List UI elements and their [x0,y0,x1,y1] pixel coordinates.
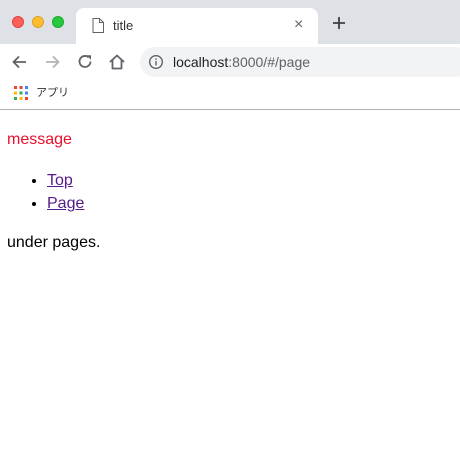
reload-icon[interactable] [75,52,95,72]
list-item: Top [47,169,84,192]
nav-link-list: Top Page [7,169,84,215]
forward-arrow-icon[interactable] [42,52,62,72]
message-text: message [7,131,72,148]
window-maximize-button[interactable] [52,16,64,28]
page-content: message Top Page under pages. [0,110,460,460]
browser-tab[interactable]: title × [76,8,318,44]
apps-grid-icon[interactable] [14,86,28,100]
browser-toolbar: localhost:8000/#/page [0,44,460,80]
back-arrow-icon[interactable] [10,52,30,72]
window-close-button[interactable] [12,16,24,28]
info-icon[interactable] [148,54,164,70]
url-text[interactable]: localhost:8000/#/page [173,54,310,70]
address-bar[interactable]: localhost:8000/#/page [140,47,460,77]
close-icon[interactable]: × [294,17,303,33]
footer-text: under pages. [7,234,101,251]
tab-title: title [113,18,134,33]
top-link[interactable]: Top [47,172,73,189]
bookmarks-bar: アプリ [0,80,460,110]
window-minimize-button[interactable] [32,16,44,28]
list-item: Page [47,192,84,215]
tab-strip: title × [0,0,460,44]
plus-icon[interactable] [330,14,348,32]
document-icon [92,18,104,33]
home-icon[interactable] [107,52,127,72]
url-host: localhost [173,54,229,70]
url-path: :8000/#/page [228,54,311,70]
apps-bookmark-label[interactable]: アプリ [36,86,69,100]
page-link[interactable]: Page [47,195,84,212]
